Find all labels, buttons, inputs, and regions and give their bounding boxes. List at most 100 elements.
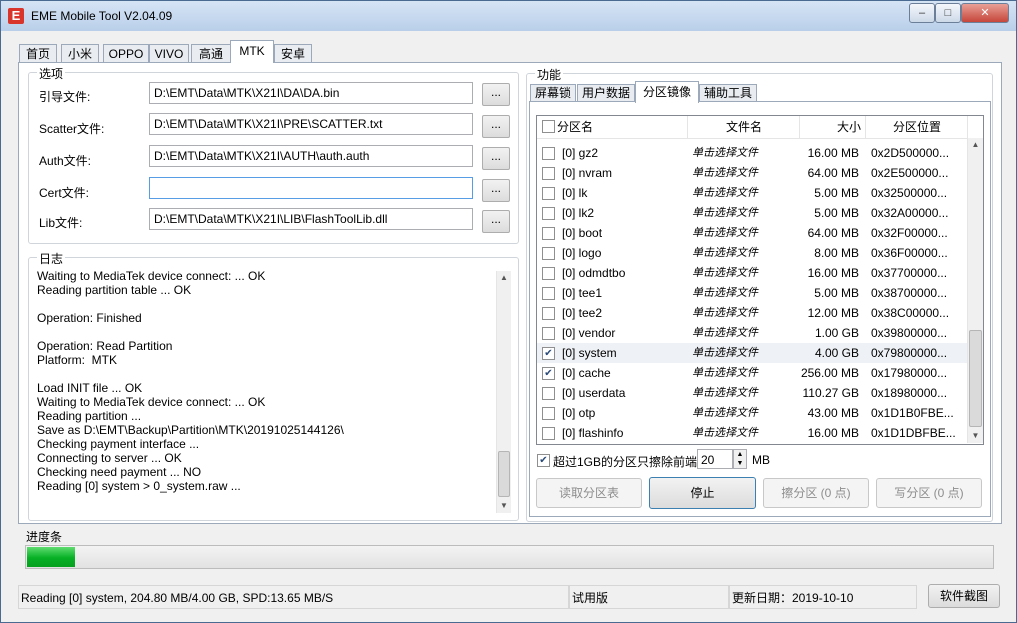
row-checkbox[interactable] [542,147,555,160]
file-name-link[interactable]: 单击选择文件 [692,263,758,283]
partition-size: 16.00 MB [807,146,859,160]
row-checkbox[interactable] [542,387,555,400]
cert-browse-button[interactable]: ... [482,179,510,202]
file-name-link[interactable]: 单击选择文件 [692,223,758,243]
read-partition-table-button[interactable]: 读取分区表 [536,478,642,508]
lib-file-field[interactable]: D:\EMT\Data\MTK\X21I\LIB\FlashToolLib.dl… [149,208,473,230]
partition-name: [0] system [562,346,617,360]
file-name-link[interactable]: 单击选择文件 [692,423,758,443]
tab-oppo[interactable]: OPPO [103,44,149,63]
table-row[interactable]: [0] flashinfo 单击选择文件 16.00 MB 0x1D1DBFBE... [537,423,967,443]
table-row[interactable]: [0] lk2 单击选择文件 5.00 MB 0x32A00000... [537,203,967,223]
row-checkbox[interactable] [542,187,555,200]
row-checkbox[interactable] [542,287,555,300]
loader-file-field[interactable]: D:\EMT\Data\MTK\X21I\DA\DA.bin [149,82,473,104]
file-name-link[interactable]: 单击选择文件 [692,363,758,383]
row-checkbox-checked[interactable]: ✔ [542,367,555,380]
file-name-link[interactable]: 单击选择文件 [692,183,758,203]
row-checkbox[interactable] [542,327,555,340]
scatter-file-field[interactable]: D:\EMT\Data\MTK\X21I\PRE\SCATTER.txt [149,113,473,135]
table-row[interactable]: [0] lk 单击选择文件 5.00 MB 0x32500000... [537,183,967,203]
row-checkbox-checked[interactable]: ✔ [542,347,555,360]
file-name-link[interactable]: 单击选择文件 [692,143,758,163]
erase-front-checkbox[interactable]: ✔ [537,454,550,467]
file-name-link[interactable]: 单击选择文件 [692,303,758,323]
partition-position: 0x37700000... [871,266,948,280]
row-checkbox[interactable] [542,207,555,220]
table-row[interactable]: [0] tee1 单击选择文件 5.00 MB 0x38700000... [537,283,967,303]
auth-file-field[interactable]: D:\EMT\Data\MTK\X21I\AUTH\auth.auth [149,145,473,167]
table-row[interactable]: [0] tee2 单击选择文件 12.00 MB 0x38C00000... [537,303,967,323]
row-checkbox[interactable] [542,407,555,420]
file-name-link[interactable]: 单击选择文件 [692,243,758,263]
file-name-link[interactable]: 单击选择文件 [692,203,758,223]
tab-home[interactable]: 首页 [19,44,57,63]
tab-user-data[interactable]: 用户数据 [577,84,635,102]
tab-qualcomm[interactable]: 高通 [191,44,231,63]
row-checkbox[interactable] [542,227,555,240]
scroll-up-icon[interactable]: ▲ [497,271,511,285]
spin-up-icon[interactable]: ▲ [734,450,746,459]
minimize-button[interactable]: – [909,3,935,23]
cert-file-field[interactable] [149,177,473,199]
lib-browse-button[interactable]: ... [482,210,510,233]
tab-partition-image[interactable]: 分区镜像 [635,81,699,103]
log-line: Reading [0] system > 0_system.raw ... [37,479,241,493]
select-all-checkbox[interactable] [542,120,555,133]
auth-browse-button[interactable]: ... [482,147,510,170]
tab-aux-tools[interactable]: 辅助工具 [699,84,757,102]
write-partition-button[interactable]: 写分区 (0 点) [876,478,982,508]
row-checkbox[interactable] [542,427,555,440]
table-row[interactable]: [0] odmdtbo 单击选择文件 16.00 MB 0x37700000... [537,263,967,283]
file-name-link[interactable]: 单击选择文件 [692,383,758,403]
column-partition-position[interactable]: 分区位置 [867,116,968,138]
log-scroll-thumb[interactable] [498,451,510,497]
tab-screen-lock[interactable]: 屏幕锁 [530,84,576,102]
scroll-down-icon[interactable]: ▼ [497,499,511,513]
file-name-link[interactable]: 单击选择文件 [692,323,758,343]
erase-size-spinner[interactable]: ▲ ▼ [733,449,747,469]
column-file-name[interactable]: 文件名 [689,116,800,138]
spin-down-icon[interactable]: ▼ [734,459,746,468]
file-name-link[interactable]: 单击选择文件 [692,343,758,363]
log-line: Save as D:\EMT\Backup\Partition\MTK\2019… [37,423,344,437]
row-checkbox[interactable] [542,267,555,280]
partition-list[interactable]: 分区名 文件名 大小 分区位置 [0] gz2 单击选择文件 16.00 MB 0x2… [536,115,984,445]
table-row[interactable]: [0] boot 单击选择文件 64.00 MB 0x32F00000... [537,223,967,243]
column-size[interactable]: 大小 [801,116,866,138]
tab-xiaomi[interactable]: 小米 [61,44,99,63]
erase-partition-button[interactable]: 擦分区 (0 点) [763,478,869,508]
column-partition-name[interactable]: 分区名 [557,116,688,138]
log-scrollbar[interactable]: ▲ ▼ [496,271,511,513]
tab-vivo[interactable]: VIVO [149,44,189,63]
row-checkbox[interactable] [542,167,555,180]
table-row[interactable]: [0] gz2 单击选择文件 16.00 MB 0x2D500000... [537,143,967,163]
maximize-button[interactable]: □ [935,3,961,23]
file-name-link[interactable]: 单击选择文件 [692,403,758,423]
table-row[interactable]: ✔ [0] cache 单击选择文件 256.00 MB 0x17980000... [537,363,967,383]
table-row[interactable]: [0] vendor 单击选择文件 1.00 GB 0x39800000... [537,323,967,343]
file-name-link[interactable]: 单击选择文件 [692,283,758,303]
tab-android[interactable]: 安卓 [274,44,312,63]
file-name-link[interactable]: 单击选择文件 [692,163,758,183]
row-checkbox[interactable] [542,247,555,260]
table-row[interactable]: [0] userdata 单击选择文件 110.27 GB 0x18980000... [537,383,967,403]
row-checkbox[interactable] [542,307,555,320]
software-screenshot-button[interactable]: 软件截图 [928,584,1000,608]
erase-size-input[interactable]: 20 [697,449,733,469]
tab-mtk[interactable]: MTK [230,40,274,63]
table-row[interactable]: [0] otp 单击选择文件 43.00 MB 0x1D1B0FBE... [537,403,967,423]
scroll-down-icon[interactable]: ▼ [968,429,983,443]
loader-browse-button[interactable]: ... [482,83,510,106]
log-output[interactable]: Waiting to MediaTek device connect: ... … [37,269,497,517]
close-button[interactable]: ✕ [961,3,1009,23]
scroll-up-icon[interactable]: ▲ [968,138,983,152]
table-row[interactable]: ✔ [0] system 单击选择文件 4.00 GB 0x79800000... [537,343,967,363]
scatter-browse-button[interactable]: ... [482,115,510,138]
table-row[interactable]: [0] nvram 单击选择文件 64.00 MB 0x2E500000... [537,163,967,183]
partition-scrollbar[interactable]: ▲ ▼ [967,138,983,443]
log-line: Connecting to server ... OK [37,451,182,465]
table-row[interactable]: [0] logo 单击选择文件 8.00 MB 0x36F00000... [537,243,967,263]
partition-scroll-thumb[interactable] [969,330,982,427]
stop-button[interactable]: 停止 [649,477,756,509]
